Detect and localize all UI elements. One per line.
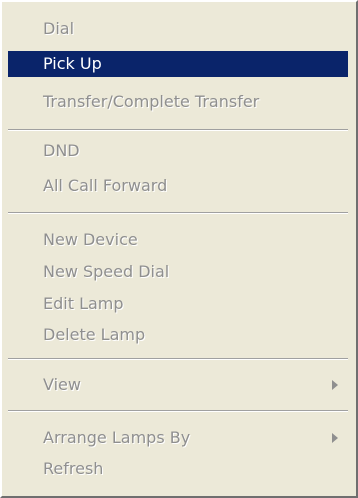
menu-item-delete-lamp[interactable]: Delete Lamp (8, 322, 348, 348)
menu-item-new-device[interactable]: New Device (8, 227, 348, 253)
menu-item-label: Arrange Lamps By (43, 428, 191, 447)
menu-item-label: Transfer/Complete Transfer (43, 92, 260, 111)
menu-item-edit-lamp[interactable]: Edit Lamp (8, 291, 348, 317)
menu-item-pick-up[interactable]: Pick Up (8, 51, 348, 77)
menu-item-transfer[interactable]: Transfer/Complete Transfer (8, 89, 348, 115)
menu-separator (8, 410, 348, 412)
menu-item-refresh[interactable]: Refresh (8, 456, 348, 482)
menu-item-label: Dial (43, 19, 75, 38)
context-menu: Dial Pick Up Transfer/Complete Transfer … (0, 0, 358, 498)
menu-item-label: Delete Lamp (43, 325, 146, 344)
menu-item-all-call-forward[interactable]: All Call Forward (8, 173, 348, 199)
menu-item-label: All Call Forward (43, 176, 168, 195)
menu-item-view[interactable]: View (8, 372, 348, 398)
menu-item-label: View (43, 375, 81, 394)
menu-item-label: New Device (43, 230, 138, 249)
menu-item-label: DND (43, 141, 80, 160)
submenu-arrow-icon (332, 433, 338, 443)
menu-item-label: Edit Lamp (43, 294, 124, 313)
menu-item-arrange-lamps-by[interactable]: Arrange Lamps By (8, 425, 348, 451)
menu-item-dnd[interactable]: DND (8, 138, 348, 164)
menu-item-label: New Speed Dial (43, 262, 170, 281)
menu-separator (8, 129, 348, 131)
menu-item-new-speed-dial[interactable]: New Speed Dial (8, 259, 348, 285)
submenu-arrow-icon (332, 380, 338, 390)
menu-item-dial[interactable]: Dial (8, 16, 348, 42)
menu-item-label: Refresh (43, 459, 104, 478)
menu-separator (8, 358, 348, 360)
menu-separator (8, 212, 348, 214)
menu-item-label: Pick Up (43, 54, 102, 73)
